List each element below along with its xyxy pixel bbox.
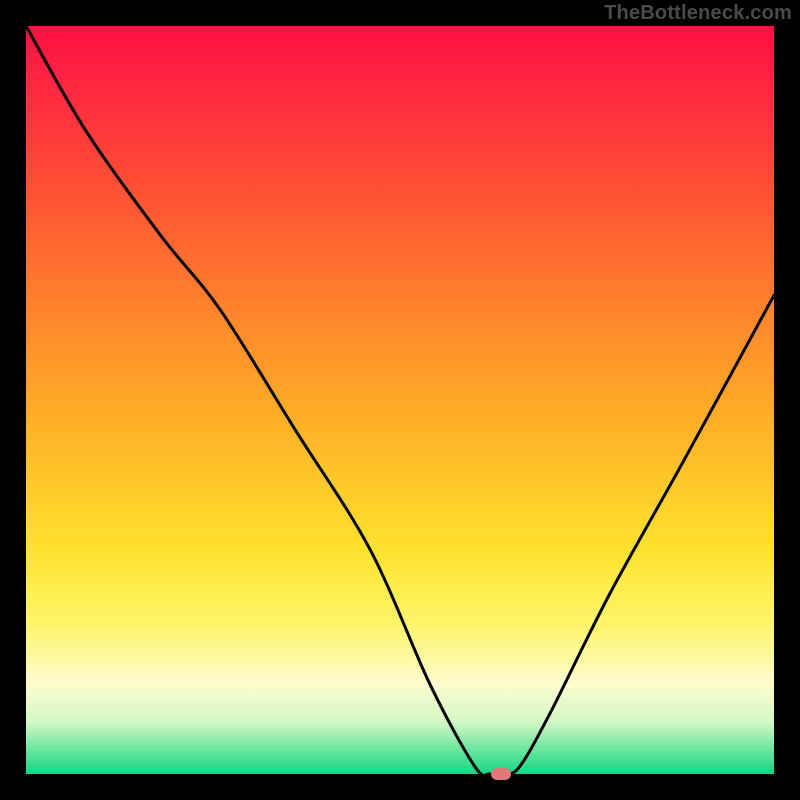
plot-area xyxy=(26,26,774,774)
watermark-text: TheBottleneck.com xyxy=(604,2,792,25)
optimal-marker xyxy=(491,768,511,780)
chart-container: TheBottleneck.com xyxy=(0,0,800,800)
curve-path xyxy=(26,26,774,774)
bottleneck-curve xyxy=(26,26,774,774)
